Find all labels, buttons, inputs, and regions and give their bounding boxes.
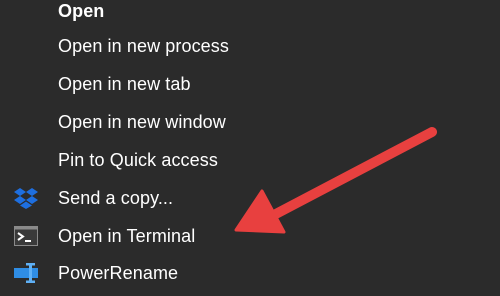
menu-item-send-a-copy[interactable]: Send a copy... — [0, 179, 500, 217]
menu-item-open-in-new-process[interactable]: Open in new process — [0, 27, 500, 65]
context-menu: Open Open in new process Open in new tab… — [0, 0, 500, 296]
menu-item-open-in-new-tab[interactable]: Open in new tab — [0, 65, 500, 103]
menu-item-label: Send a copy... — [58, 187, 174, 208]
menu-item-powerrename[interactable]: PowerRename — [0, 254, 500, 292]
menu-item-label: Open in new process — [58, 35, 229, 56]
menu-item-label: Open — [58, 0, 105, 21]
menu-item-open[interactable]: Open — [0, 0, 500, 30]
menu-item-pin-to-quick-access[interactable]: Pin to Quick access — [0, 141, 500, 179]
menu-item-label: Open in new tab — [58, 73, 191, 94]
menu-item-label: PowerRename — [58, 262, 179, 283]
menu-item-label: Open in Terminal — [58, 225, 196, 246]
terminal-icon — [13, 223, 39, 249]
menu-item-label: Pin to Quick access — [58, 149, 218, 170]
menu-item-label: Open in new window — [58, 111, 226, 132]
menu-item-open-in-terminal[interactable]: Open in Terminal — [0, 217, 500, 255]
menu-item-open-in-new-window[interactable]: Open in new window — [0, 103, 500, 141]
powerrename-icon — [13, 260, 39, 286]
dropbox-icon — [13, 185, 39, 211]
